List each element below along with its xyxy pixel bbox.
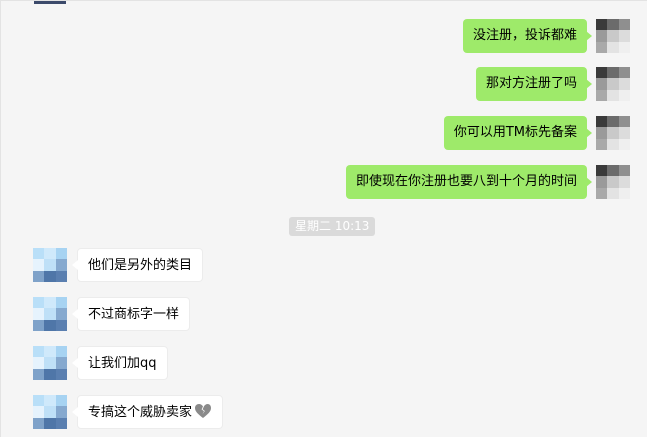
my-avatar[interactable] xyxy=(596,165,630,199)
message-bubble-me[interactable]: 没注册，投诉都难 xyxy=(462,19,593,53)
my-avatar[interactable] xyxy=(596,19,630,53)
my-avatar[interactable] xyxy=(596,67,630,101)
my-avatar[interactable] xyxy=(596,116,630,150)
contact-avatar[interactable] xyxy=(33,395,67,429)
contact-avatar[interactable] xyxy=(33,248,67,282)
message-bubble-other[interactable]: 专搞这个威胁卖家 xyxy=(71,395,224,429)
avatar-edge xyxy=(34,1,66,4)
message-bubble-me[interactable]: 你可以用TM标先备案 xyxy=(443,116,593,150)
message-bubble-me[interactable]: 即使现在你注册也要八到十个月的时间 xyxy=(345,165,593,199)
message-timestamp: 星期二 10:13 xyxy=(289,217,376,236)
broken-heart-icon xyxy=(194,399,212,418)
message-bubble-other[interactable]: 不过商标字一样 xyxy=(71,297,191,331)
contact-avatar[interactable] xyxy=(33,297,67,331)
message-text: 专搞这个威胁卖家 xyxy=(88,405,193,420)
chat-panel: 没注册，投诉都难 那对方注册了吗 你可以用TM标先备案 即使现在你注册也要八到十… xyxy=(0,0,647,437)
message-bubble-other[interactable]: 让我们加qq xyxy=(72,346,168,380)
message-bubble-other[interactable]: 他们是另外的类目 xyxy=(71,248,204,282)
contact-avatar[interactable] xyxy=(33,346,67,380)
message-bubble-me[interactable]: 那对方注册了吗 xyxy=(475,67,593,101)
